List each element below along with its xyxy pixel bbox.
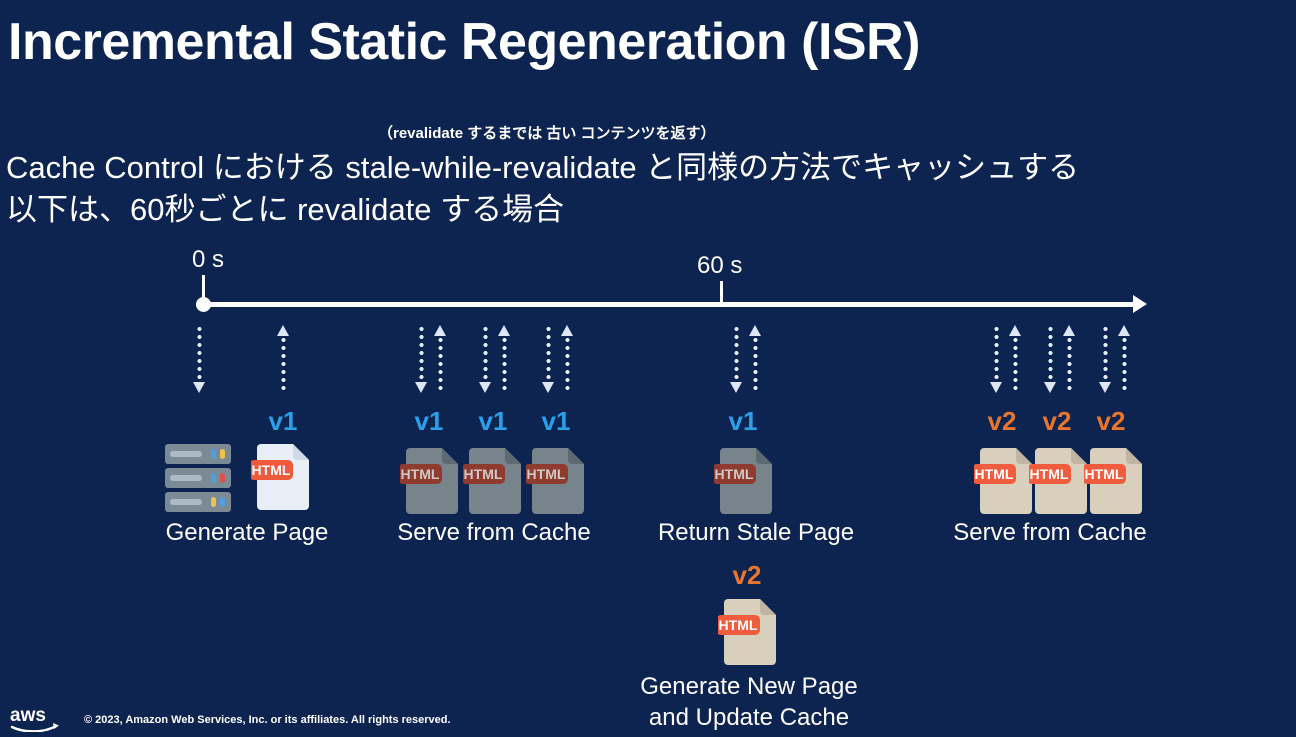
stage-caption: Generate New Page	[640, 673, 858, 700]
svg-text:HTML: HTML	[1030, 466, 1069, 482]
html-file-icon: HTML	[526, 446, 588, 518]
version-label: v1	[414, 406, 444, 436]
response-arrow-up-icon	[561, 325, 573, 393]
html-file-icon: HTML	[718, 597, 780, 669]
request-arrow-down-icon	[1044, 325, 1056, 393]
svg-text:HTML: HTML	[527, 466, 566, 482]
slide-canvas: Incremental Static Regeneration (ISR) （r…	[0, 0, 1296, 733]
svg-text:aws: aws	[10, 705, 46, 726]
subtitle-line-1: Cache Control における stale-while-revalidat…	[6, 150, 1080, 185]
svg-text:HTML: HTML	[401, 466, 440, 482]
version-label: v2	[1096, 406, 1126, 436]
response-arrow-up-icon	[1009, 325, 1021, 393]
response-arrow-up-icon	[1118, 325, 1130, 393]
svg-text:HTML: HTML	[464, 466, 503, 482]
request-arrow-down-icon	[479, 325, 491, 393]
timeline-origin-dot	[196, 297, 211, 312]
stage-caption-line-2: and Update Cache	[648, 704, 850, 731]
stage-caption: Generate Page	[165, 519, 329, 546]
subtitle-note: （revalidate するまでは 古い コンテンツを返す）	[378, 125, 716, 142]
copyright-text: © 2023, Amazon Web Services, Inc. or its…	[84, 714, 451, 726]
html-file-icon: HTML	[463, 446, 525, 518]
svg-text:HTML: HTML	[1085, 466, 1124, 482]
svg-text:HTML: HTML	[719, 617, 758, 633]
response-arrow-up-icon	[1063, 325, 1075, 393]
response-arrow-up-icon	[277, 325, 289, 393]
stage-caption: Serve from Cache	[953, 519, 1147, 546]
timeline-axis	[196, 302, 1141, 307]
version-label: v1	[478, 406, 508, 436]
html-file-icon: HTML	[400, 446, 462, 518]
html-file-icon: HTML	[1084, 446, 1146, 518]
html-file-icon: HTML	[1029, 446, 1091, 518]
stage-caption: Serve from Cache	[397, 519, 591, 546]
request-arrow-down-icon	[1099, 325, 1111, 393]
timeline-tick-label: 0 s	[192, 246, 225, 273]
timeline-arrowhead-icon	[1133, 295, 1147, 313]
response-arrow-up-icon	[749, 325, 761, 393]
version-label: v1	[541, 406, 571, 436]
html-file-icon: HTML	[714, 446, 776, 518]
aws-logo: aws	[10, 702, 62, 733]
timeline-tick-mark	[720, 281, 723, 303]
timeline-tick-label: 60 s	[697, 252, 743, 279]
version-label: v2	[1042, 406, 1072, 436]
response-arrow-up-icon	[498, 325, 510, 393]
request-arrow-down-icon	[990, 325, 1002, 393]
request-arrow-down-icon	[730, 325, 742, 393]
html-file-icon: HTML	[251, 442, 313, 514]
response-arrow-up-icon	[434, 325, 446, 393]
request-arrow-down-icon	[542, 325, 554, 393]
version-label: v2	[732, 560, 762, 590]
subtitle-line-2: 以下は、60秒ごとに revalidate する場合	[6, 192, 565, 227]
svg-text:HTML: HTML	[252, 462, 291, 478]
svg-text:HTML: HTML	[715, 466, 754, 482]
version-label: v1	[728, 406, 758, 436]
server-rack-icon	[163, 442, 233, 514]
stage-caption: Return Stale Page	[657, 519, 855, 546]
version-label: v1	[268, 406, 298, 436]
svg-text:HTML: HTML	[975, 466, 1014, 482]
version-label: v2	[987, 406, 1017, 436]
request-arrow-down-icon	[193, 325, 205, 393]
html-file-icon: HTML	[974, 446, 1036, 518]
request-arrow-down-icon	[415, 325, 427, 393]
page-title: Incremental Static Regeneration (ISR)	[8, 13, 920, 71]
